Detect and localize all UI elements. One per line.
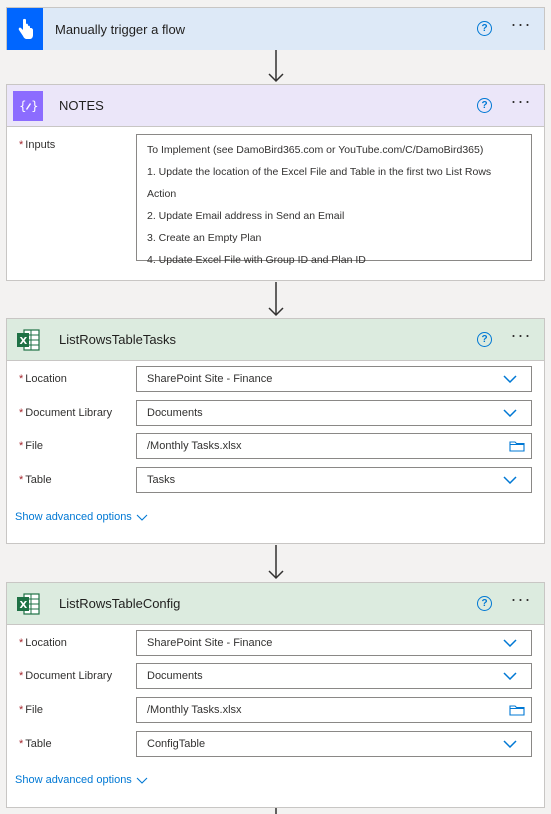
table-value: Tasks — [147, 474, 176, 486]
list-rows-tasks-card[interactable]: X ListRowsTableTasks ? ··· * Location Sha… — [6, 318, 545, 544]
location-label: * Location — [19, 373, 67, 385]
document-library-select[interactable]: Documents — [136, 663, 532, 689]
help-icon[interactable]: ? — [477, 21, 492, 36]
chevron-down-icon — [503, 639, 517, 647]
file-row: * File /Monthly Tasks.xlsx — [7, 433, 544, 461]
table-row: * Table Tasks — [7, 467, 544, 495]
excel-icon: X — [13, 589, 43, 619]
notes-title: NOTES — [59, 98, 104, 113]
doclib-label: * Document Library — [19, 670, 113, 682]
config-header[interactable]: X ListRowsTableConfig ? ··· — [7, 583, 544, 625]
file-value: /Monthly Tasks.xlsx — [147, 704, 242, 716]
connector-arrow — [268, 282, 284, 317]
chevron-down-icon — [136, 514, 148, 521]
more-options-icon[interactable]: ··· — [506, 326, 536, 348]
list-rows-config-card[interactable]: X ListRowsTableConfig ? ··· * Location Sh… — [6, 582, 545, 808]
location-value: SharePoint Site - Finance — [147, 637, 273, 649]
advanced-label: Show advanced options — [15, 774, 132, 786]
chevron-down-icon — [503, 409, 517, 417]
table-row: * Table ConfigTable — [7, 731, 544, 759]
file-input[interactable]: /Monthly Tasks.xlsx — [136, 697, 532, 723]
notes-line: Action — [147, 188, 177, 200]
compose-braces-icon: {} — [13, 90, 43, 121]
config-title: ListRowsTableConfig — [59, 596, 181, 611]
help-icon[interactable]: ? — [477, 332, 492, 347]
table-label: * Table — [19, 474, 52, 486]
table-label: * Table — [19, 738, 52, 750]
doclib-value: Documents — [147, 407, 203, 419]
table-select[interactable]: ConfigTable — [136, 731, 532, 757]
show-advanced-options-link[interactable]: Show advanced options — [15, 511, 148, 523]
file-label: * File — [19, 440, 44, 452]
chevron-down-icon — [503, 672, 517, 680]
location-row: * Location SharePoint Site - Finance — [7, 366, 544, 394]
doclib-row: * Document Library Documents — [7, 400, 544, 428]
doclib-row: * Document Library Documents — [7, 663, 544, 691]
more-options-icon[interactable]: ··· — [506, 15, 536, 37]
file-value: /Monthly Tasks.xlsx — [147, 440, 242, 452]
svg-text:X: X — [20, 336, 28, 347]
advanced-label: Show advanced options — [15, 511, 132, 523]
file-label: * File — [19, 704, 44, 716]
chevron-down-icon — [503, 476, 517, 484]
notes-header[interactable]: {} NOTES ? ··· — [7, 85, 544, 127]
connector-arrow — [268, 545, 284, 580]
more-options-icon[interactable]: ··· — [506, 92, 536, 114]
inputs-row: * Inputs To Implement (see DamoBird365.co… — [7, 127, 544, 266]
location-select[interactable]: SharePoint Site - Finance — [136, 366, 532, 392]
chevron-down-icon — [136, 777, 148, 784]
trigger-header[interactable]: Manually trigger a flow ? ··· — [7, 8, 544, 50]
inputs-label: * Inputs — [19, 139, 56, 151]
help-icon[interactable]: ? — [477, 596, 492, 611]
doclib-label: * Document Library — [19, 407, 113, 419]
chevron-down-icon — [503, 740, 517, 748]
notes-line: To Implement (see DamoBird365.com or You… — [147, 144, 484, 156]
doclib-value: Documents — [147, 670, 203, 682]
folder-icon[interactable] — [509, 440, 525, 452]
location-select[interactable]: SharePoint Site - Finance — [136, 630, 532, 656]
location-label: * Location — [19, 637, 67, 649]
svg-text:X: X — [20, 600, 28, 611]
location-row: * Location SharePoint Site - Finance — [7, 630, 544, 658]
file-row: * File /Monthly Tasks.xlsx — [7, 697, 544, 725]
connector-arrow — [275, 808, 277, 814]
help-icon[interactable]: ? — [477, 98, 492, 113]
notes-line: 2. Update Email address in Send an Email — [147, 210, 345, 222]
more-options-icon[interactable]: ··· — [506, 590, 536, 612]
svg-text:}: } — [31, 99, 38, 113]
document-library-select[interactable]: Documents — [136, 400, 532, 426]
trigger-title: Manually trigger a flow — [55, 21, 186, 37]
table-select[interactable]: Tasks — [136, 467, 532, 493]
notes-line: 1. Update the location of the Excel File… — [147, 166, 492, 178]
table-value: ConfigTable — [147, 738, 206, 750]
show-advanced-options-link[interactable]: Show advanced options — [15, 774, 148, 786]
trigger-card[interactable]: Manually trigger a flow ? ··· — [6, 7, 545, 50]
chevron-down-icon — [503, 375, 517, 383]
file-input[interactable]: /Monthly Tasks.xlsx — [136, 433, 532, 459]
connector-arrow — [268, 50, 284, 83]
notes-line: 4. Update Excel File with Group ID and P… — [147, 254, 366, 266]
tasks-title: ListRowsTableTasks — [59, 332, 177, 347]
svg-text:{: { — [19, 99, 27, 113]
hand-tap-icon — [7, 8, 43, 50]
location-value: SharePoint Site - Finance — [147, 373, 273, 385]
inputs-textarea[interactable]: To Implement (see DamoBird365.com or You… — [136, 134, 532, 266]
excel-icon: X — [13, 325, 43, 355]
tasks-header[interactable]: X ListRowsTableTasks ? ··· — [7, 319, 544, 361]
folder-icon[interactable] — [509, 704, 525, 716]
notes-line: 3. Create an Empty Plan — [147, 232, 262, 244]
notes-card[interactable]: {} NOTES ? ··· * Inputs To Implement (see… — [6, 84, 545, 281]
